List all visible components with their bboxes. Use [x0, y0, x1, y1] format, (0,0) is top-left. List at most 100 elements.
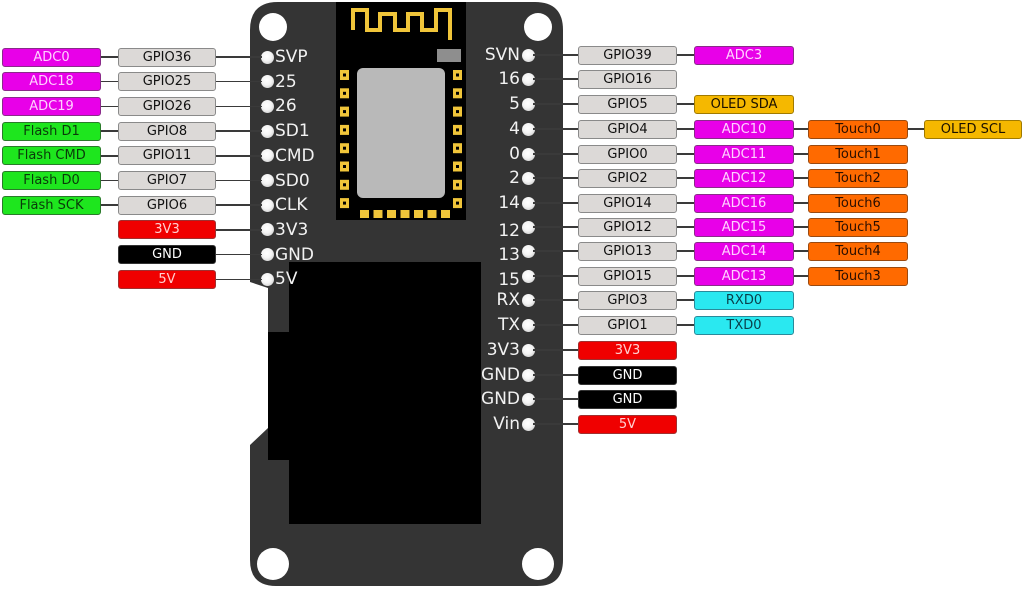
- gpio-label: GPIO7: [118, 171, 216, 190]
- ground-label: GND: [578, 365, 677, 385]
- gpio-label: GPIO12: [578, 217, 677, 237]
- adc-label: ADC18: [2, 72, 101, 92]
- oled-display: [289, 262, 481, 524]
- connector-line: [677, 202, 694, 204]
- gpio-label: GPIO2: [578, 168, 677, 188]
- connector-line: [216, 204, 262, 206]
- flash-label: Flash D1: [2, 121, 101, 141]
- pin-hole-left: [260, 174, 274, 187]
- connector-line: [533, 324, 578, 326]
- pin-name: SVP: [275, 47, 308, 67]
- pin-name: 13: [498, 245, 520, 265]
- pad-hole: [343, 183, 346, 187]
- connector-line: [677, 250, 694, 252]
- connector-line: [677, 177, 694, 179]
- connector-line: [101, 179, 118, 182]
- touch-label: Touch3: [808, 266, 908, 286]
- connector-line: [533, 349, 578, 351]
- pin-name: RX: [496, 290, 520, 310]
- gpio-label: GPIO0: [578, 144, 677, 164]
- module-pad-bottom: [441, 210, 450, 218]
- touch-label: Touch5: [808, 217, 908, 237]
- connector-line: [533, 398, 578, 400]
- connector-line: [677, 128, 694, 130]
- mounting-hole-top-right: [524, 13, 552, 41]
- connector-line: [533, 275, 578, 277]
- oled-label: OLED SCL: [924, 119, 1022, 139]
- gpio-label: GPIO39: [578, 45, 677, 65]
- connector-line: [216, 56, 262, 58]
- connector-line: [677, 275, 694, 277]
- gpio-label: GPIO36: [118, 47, 216, 67]
- pin-name: 5: [509, 94, 520, 114]
- power-label: 5V: [578, 414, 677, 434]
- connector-line: [101, 80, 118, 83]
- pin-hole-left: [260, 248, 274, 262]
- mounting-hole-bottom-right: [522, 548, 554, 580]
- touch-label: Touch0: [808, 119, 908, 139]
- oled-label: OLED SDA: [694, 94, 794, 114]
- adc-label: ADC3: [694, 45, 794, 65]
- connector-line: [533, 423, 578, 425]
- connector-line: [216, 278, 262, 281]
- pad-hole: [343, 201, 346, 205]
- connector-line: [533, 226, 578, 228]
- pin-name: 5V: [275, 269, 298, 290]
- connector-line: [794, 275, 808, 277]
- pin-name: SVN: [484, 45, 520, 65]
- pinout-diagram: SVP GPIO36 ADC0 25 GPIO25 ADC18 26 GPIO26 ADC19 S…: [0, 0, 1024, 590]
- power-label: 3V3: [578, 340, 677, 360]
- connector-line: [533, 374, 578, 376]
- connector-line: [677, 299, 694, 301]
- module-pad-bottom: [373, 210, 383, 218]
- connector-line: [794, 226, 808, 228]
- gpio-label: GPIO5: [578, 94, 677, 114]
- pad-hole: [456, 110, 459, 114]
- ground-label: GND: [118, 245, 216, 265]
- oled-flex: [268, 332, 290, 460]
- power-label: 5V: [118, 269, 216, 289]
- pin-name: 12: [498, 221, 520, 241]
- gpio-label: GPIO25: [118, 72, 216, 92]
- touch-label: Touch4: [808, 241, 908, 261]
- gpio-label: GPIO8: [118, 121, 216, 141]
- connector-line: [677, 153, 694, 155]
- pin-name: GND: [481, 365, 520, 385]
- pin-hole-left: [260, 149, 274, 163]
- connector-line: [216, 155, 262, 157]
- module-pad-bottom: [427, 210, 437, 218]
- touch-label: Touch1: [808, 144, 908, 164]
- ground-label: GND: [578, 389, 677, 409]
- pad-hole: [456, 201, 459, 205]
- pad-hole: [456, 128, 459, 132]
- pin-name: 14: [498, 193, 520, 213]
- pin-name: Vin: [493, 414, 520, 434]
- connector-line: [101, 155, 118, 157]
- uart-label: RXD0: [694, 290, 794, 310]
- adc-label: ADC11: [694, 144, 794, 164]
- connector-line: [101, 204, 118, 206]
- pad-hole: [456, 165, 459, 168]
- pin-hole-left: [260, 99, 274, 113]
- adc-label: ADC0: [2, 47, 101, 67]
- connector-line: [794, 153, 808, 155]
- pin-name: 0: [509, 144, 520, 164]
- connector-line: [101, 105, 118, 108]
- connector-line: [216, 179, 262, 182]
- connector-line: [533, 128, 578, 130]
- connector-line: [533, 153, 578, 155]
- pad-hole: [343, 73, 346, 77]
- pin-name: 26: [275, 96, 297, 117]
- module-pad-bottom: [360, 210, 369, 218]
- pin-name: CLK: [275, 195, 308, 216]
- connector-line: [216, 253, 262, 256]
- gpio-label: GPIO26: [118, 96, 216, 116]
- connector-line: [677, 324, 694, 326]
- pin-name: TX: [497, 315, 520, 335]
- power-label: 3V3: [118, 220, 216, 240]
- pad-hole: [343, 128, 346, 132]
- pin-name: 25: [275, 71, 297, 92]
- gpio-label: GPIO15: [578, 266, 677, 286]
- touch-label: Touch6: [808, 193, 908, 213]
- mounting-hole-top-left: [259, 13, 287, 41]
